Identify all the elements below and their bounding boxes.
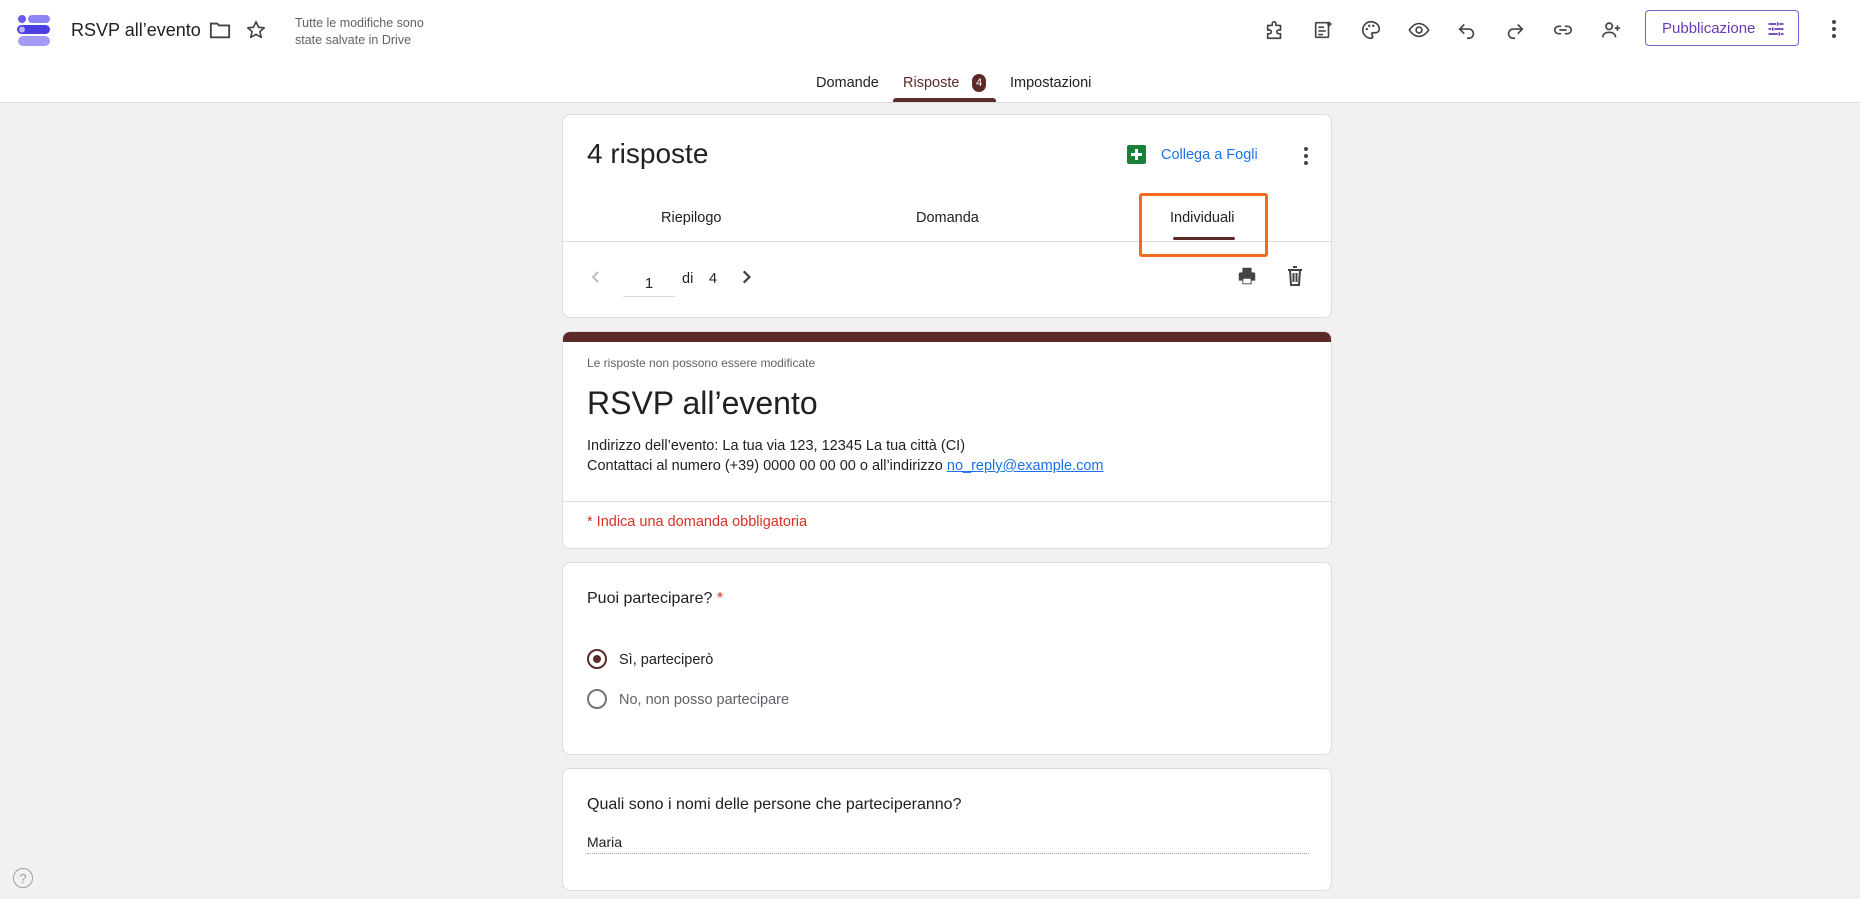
print-icon[interactable] <box>1235 265 1259 287</box>
question-title: Puoi partecipare? * <box>587 590 724 607</box>
question-card: Puoi partecipare? * Sì, parteciperò No, … <box>562 562 1332 755</box>
edit-lock-note: Le risposte non possono essere modificat… <box>587 356 816 370</box>
radio-option-yes[interactable] <box>587 649 607 669</box>
help-icon[interactable]: ? <box>13 868 33 888</box>
active-tab-indicator <box>893 98 996 102</box>
preview-icon[interactable] <box>1403 14 1435 46</box>
link-icon[interactable] <box>1547 14 1579 46</box>
responses-count-title: 4 risposte <box>587 138 709 169</box>
individuali-highlight-box <box>1139 193 1268 257</box>
form-description-line1: Indirizzo dell’evento: La tua via 123, 1… <box>587 438 966 454</box>
response-page-input[interactable] <box>623 272 675 297</box>
contact-email-link[interactable]: no_reply@example.com <box>947 458 1104 474</box>
add-collaborator-icon[interactable] <box>1595 14 1627 46</box>
responses-more-icon[interactable] <box>1296 145 1316 167</box>
app-header: RSVP all’evento Tutte le modifiche sono … <box>0 0 1860 103</box>
tab-domande[interactable]: Domande <box>816 75 879 91</box>
radio-option-no[interactable] <box>587 689 607 709</box>
undo-icon[interactable] <box>1451 14 1483 46</box>
responses-count-badge: 4 <box>972 74 986 92</box>
publish-button[interactable]: Pubblicazione <box>1645 10 1799 46</box>
tab-impostazioni[interactable]: Impostazioni <box>1010 75 1091 91</box>
text-answer: Maria <box>587 834 623 850</box>
option-label-no: No, non posso partecipare <box>619 692 790 708</box>
sheets-icon <box>1127 145 1146 164</box>
form-doc-title[interactable]: RSVP all’evento <box>71 20 201 41</box>
pager-total: 4 <box>709 271 718 287</box>
star-icon[interactable] <box>245 19 267 41</box>
redo-icon[interactable] <box>1499 14 1531 46</box>
form-title: RSVP all’evento <box>587 385 818 421</box>
form-header-card: Le risposte non possono essere modificat… <box>562 331 1332 549</box>
tab-risposte[interactable]: Risposte <box>903 75 959 91</box>
link-to-sheets-button[interactable]: Collega a Fogli <box>1127 145 1258 164</box>
delete-icon[interactable] <box>1285 265 1305 287</box>
save-status: Tutte le modifiche sono state salvate in… <box>295 16 424 47</box>
customize-icon[interactable] <box>1307 14 1339 46</box>
option-label-yes: Sì, parteciperò <box>619 652 714 668</box>
addon-icon[interactable] <box>1259 14 1291 46</box>
pager-of-label: di <box>682 271 694 287</box>
forms-logo[interactable] <box>14 12 52 48</box>
form-description-line2: Contattaci al numero (+39) 0000 00 00 00… <box>587 458 1104 474</box>
divider <box>563 501 1331 502</box>
subtab-riepilogo[interactable]: Riepilogo <box>661 210 721 226</box>
chevron-left-icon[interactable] <box>589 270 603 284</box>
folder-icon[interactable] <box>209 20 231 40</box>
question-card: Quali sono i nomi delle persone che part… <box>562 768 1332 891</box>
more-vert-icon[interactable] <box>1822 14 1846 44</box>
tune-icon <box>1768 22 1784 36</box>
palette-icon[interactable] <box>1355 14 1387 46</box>
required-asterisk: * <box>716 590 724 607</box>
subtab-domanda[interactable]: Domanda <box>916 210 979 226</box>
required-note: * Indica una domanda obbligatoria <box>587 514 808 530</box>
question-title: Quali sono i nomi delle persone che part… <box>587 796 962 813</box>
chevron-right-icon[interactable] <box>738 269 754 285</box>
answer-underline <box>587 853 1309 854</box>
theme-strip <box>563 332 1331 342</box>
